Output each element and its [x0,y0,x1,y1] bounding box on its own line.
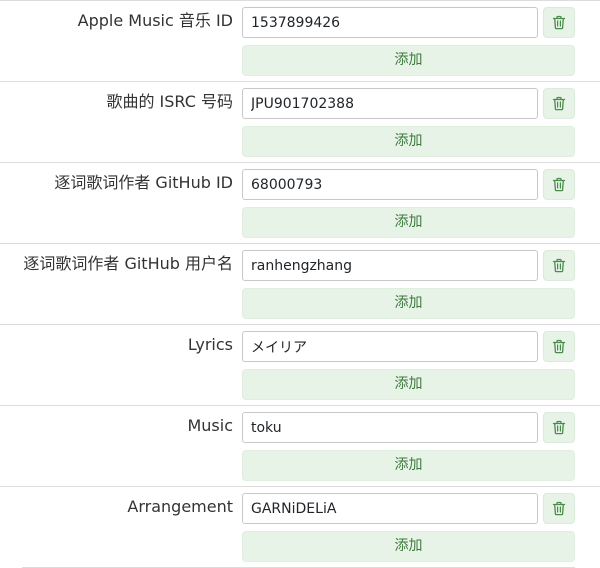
trash-icon [552,96,566,111]
add-button[interactable]: 添加 [242,288,575,319]
add-button[interactable]: 添加 [242,207,575,238]
field-label: Lyrics [187,335,233,354]
field-value-input[interactable] [242,412,538,443]
add-button[interactable]: 添加 [242,369,575,400]
trash-icon [552,501,566,516]
trash-icon [552,15,566,30]
delete-button[interactable] [543,88,575,119]
trash-icon [552,420,566,435]
field-label: 逐词歌词作者 GitHub 用户名 [23,254,233,273]
trash-icon-svg [552,15,566,30]
trash-icon [552,177,566,192]
delete-button[interactable] [543,331,575,362]
add-button[interactable]: 添加 [242,45,575,76]
delete-button[interactable] [543,250,575,281]
trash-icon-svg [552,258,566,273]
delete-button[interactable] [543,7,575,38]
field-value-input[interactable] [242,250,538,281]
field-value-input[interactable] [242,493,538,524]
field-row: Arrangement 添加 [0,486,600,567]
field-label: Music [187,416,233,435]
trash-icon [552,258,566,273]
field-row: Apple Music 音乐 ID 添加 [0,0,600,81]
field-row: Lyrics 添加 [0,324,600,405]
field-label: 歌曲的 ISRC 号码 [106,92,233,111]
trash-icon-svg [552,177,566,192]
field-value-input[interactable] [242,331,538,362]
field-row: Music 添加 [0,405,600,486]
delete-button[interactable] [543,412,575,443]
add-button[interactable]: 添加 [242,450,575,481]
field-value-input[interactable] [242,88,538,119]
metadata-form: Apple Music 音乐 ID添加歌曲的 ISRC 号码添加逐词歌词作者 G… [0,0,600,567]
delete-button[interactable] [543,169,575,200]
trash-icon-svg [552,96,566,111]
field-row: 逐词歌词作者 GitHub 用户名添加 [0,243,600,324]
field-row: 逐词歌词作者 GitHub ID 添加 [0,162,600,243]
field-label: Apple Music 音乐 ID [77,11,233,30]
trash-icon [552,339,566,354]
trash-icon-svg [552,501,566,516]
field-value-input[interactable] [242,169,538,200]
add-button[interactable]: 添加 [242,531,575,562]
trash-icon-svg [552,339,566,354]
field-value-input[interactable] [242,7,538,38]
field-label: 逐词歌词作者 GitHub ID [54,173,233,192]
delete-button[interactable] [543,493,575,524]
trash-icon-svg [552,420,566,435]
add-button[interactable]: 添加 [242,126,575,157]
field-row: 歌曲的 ISRC 号码添加 [0,81,600,162]
field-label: Arrangement [127,497,233,516]
